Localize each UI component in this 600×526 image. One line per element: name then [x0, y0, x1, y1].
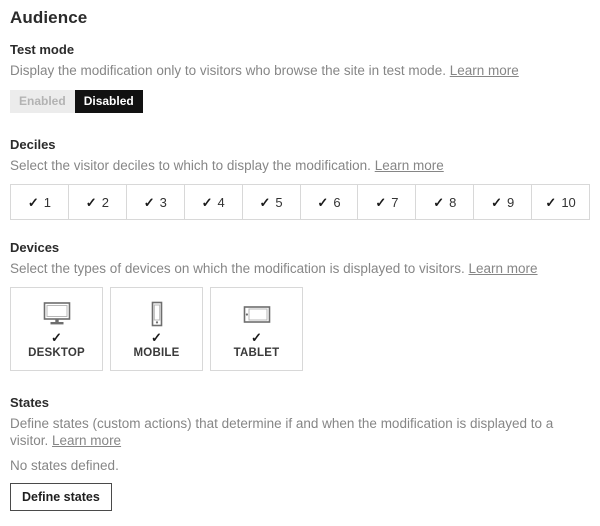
deciles-selector: ✓ 1 ✓ 2 ✓ 3 ✓ 4 ✓ 5 ✓ 6: [10, 184, 590, 220]
device-option-mobile[interactable]: ✓ MOBILE: [110, 287, 203, 371]
decile-option-1[interactable]: ✓ 1: [11, 185, 69, 219]
decile-label: 3: [160, 195, 167, 210]
decile-option-5[interactable]: ✓ 5: [243, 185, 301, 219]
device-label: DESKTOP: [28, 347, 85, 359]
device-option-tablet[interactable]: ✓ TABLET: [210, 287, 303, 371]
check-icon: ✓: [86, 196, 97, 209]
test-mode-label: Test mode: [10, 42, 590, 57]
test-mode-description: Display the modification only to visitor…: [10, 62, 590, 79]
spacer: [10, 371, 590, 395]
deciles-description-text: Select the visitor deciles to which to d…: [10, 158, 371, 173]
decile-option-8[interactable]: ✓ 8: [416, 185, 474, 219]
check-icon: ✓: [51, 332, 62, 344]
test-mode-section: Test mode Display the modification only …: [10, 42, 590, 113]
check-icon: ✓: [433, 196, 444, 209]
devices-description: Select the types of devices on which the…: [10, 260, 590, 277]
check-icon: ✓: [151, 332, 162, 344]
check-icon: ✓: [260, 196, 271, 209]
decile-option-7[interactable]: ✓ 7: [358, 185, 416, 219]
devices-label: Devices: [10, 240, 590, 255]
device-label: TABLET: [234, 347, 280, 359]
decile-option-10[interactable]: ✓ 10: [532, 185, 589, 219]
deciles-section: Deciles Select the visitor deciles to wh…: [10, 137, 590, 220]
decile-label: 1: [44, 195, 51, 210]
states-section: States Define states (custom actions) th…: [10, 395, 590, 511]
desktop-monitor-icon: [42, 299, 72, 329]
device-label: MOBILE: [134, 347, 180, 359]
decile-label: 2: [102, 195, 109, 210]
audience-settings-panel: Audience Test mode Display the modificat…: [0, 0, 600, 511]
check-icon: ✓: [202, 196, 213, 209]
decile-label: 7: [391, 195, 398, 210]
test-mode-disabled-button[interactable]: Disabled: [75, 90, 143, 113]
deciles-learn-more-link[interactable]: Learn more: [375, 158, 444, 173]
check-icon: ✓: [375, 196, 386, 209]
states-label: States: [10, 395, 590, 410]
decile-label: 8: [449, 195, 456, 210]
decile-option-4[interactable]: ✓ 4: [185, 185, 243, 219]
decile-label: 5: [275, 195, 282, 210]
devices-section: Devices Select the types of devices on w…: [10, 240, 590, 371]
check-icon: ✓: [491, 196, 502, 209]
states-description: Define states (custom actions) that dete…: [10, 415, 590, 449]
check-icon: ✓: [317, 196, 328, 209]
test-mode-description-text: Display the modification only to visitor…: [10, 63, 446, 78]
check-icon: ✓: [251, 332, 262, 344]
mobile-phone-icon: [142, 299, 172, 329]
decile-option-9[interactable]: ✓ 9: [474, 185, 532, 219]
states-learn-more-link[interactable]: Learn more: [52, 433, 121, 448]
decile-label: 6: [333, 195, 340, 210]
spacer: [10, 113, 590, 137]
define-states-button[interactable]: Define states: [10, 483, 112, 511]
decile-option-3[interactable]: ✓ 3: [127, 185, 185, 219]
decile-label: 10: [561, 195, 575, 210]
check-icon: ✓: [28, 196, 39, 209]
test-mode-learn-more-link[interactable]: Learn more: [450, 63, 519, 78]
page-title: Audience: [10, 8, 590, 28]
test-mode-toggle-group: Enabled Disabled: [10, 90, 143, 113]
states-empty-message: No states defined.: [10, 458, 590, 473]
devices-selector: ✓ DESKTOP ✓ MOBILE: [10, 287, 590, 371]
decile-label: 4: [218, 195, 225, 210]
test-mode-enabled-button[interactable]: Enabled: [10, 90, 75, 113]
tablet-icon: [242, 299, 272, 329]
decile-option-6[interactable]: ✓ 6: [301, 185, 359, 219]
check-icon: ✓: [144, 196, 155, 209]
devices-learn-more-link[interactable]: Learn more: [469, 261, 538, 276]
deciles-label: Deciles: [10, 137, 590, 152]
device-option-desktop[interactable]: ✓ DESKTOP: [10, 287, 103, 371]
spacer: [10, 220, 590, 240]
decile-label: 9: [507, 195, 514, 210]
devices-description-text: Select the types of devices on which the…: [10, 261, 465, 276]
check-icon: ✓: [545, 196, 556, 209]
decile-option-2[interactable]: ✓ 2: [69, 185, 127, 219]
deciles-description: Select the visitor deciles to which to d…: [10, 157, 590, 174]
